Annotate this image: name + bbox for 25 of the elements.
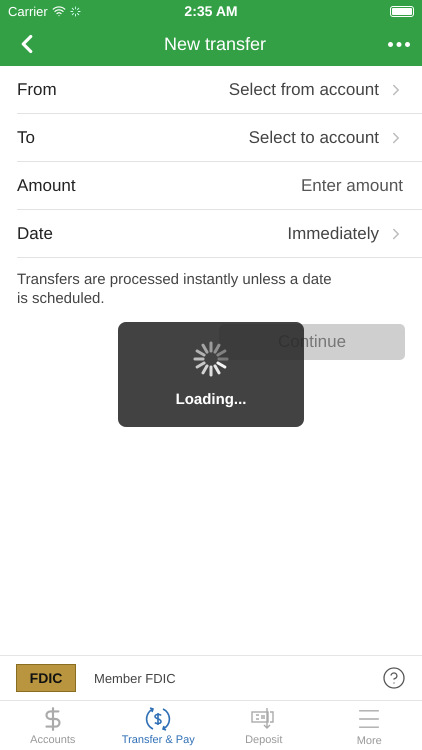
spinner-icon	[193, 341, 229, 377]
select-field[interactable]: Select to account	[248, 128, 405, 148]
help-button[interactable]	[382, 666, 406, 690]
field-label: To	[17, 128, 35, 148]
tab-item[interactable]: Transfer & Pay	[106, 701, 211, 750]
activity-icon	[70, 6, 81, 16]
carrier-label: Carrier	[8, 4, 48, 18]
field-label: From	[17, 80, 57, 100]
select-field[interactable]: Immediately	[287, 224, 405, 244]
field-label: Amount	[17, 176, 76, 196]
more-icon	[388, 42, 410, 46]
info-text: Transfers are processed instantly unless a date is scheduled.	[17, 270, 333, 308]
member-text: Member FDIC	[94, 670, 177, 686]
select-field[interactable]: Select from account	[228, 80, 405, 100]
loading-text: Loading...	[176, 391, 246, 408]
screen-title: New transfer	[164, 34, 266, 54]
wifi-icon	[52, 4, 66, 18]
clock: 2:35 AM	[184, 3, 238, 19]
tab-item[interactable]: Accounts	[0, 701, 106, 750]
battery-icon	[390, 6, 414, 16]
tab-item[interactable]: Deposit	[211, 701, 316, 750]
field-label: Date	[17, 224, 53, 244]
dollar-exchange-icon	[144, 706, 172, 732]
logo-text: FDIC	[30, 670, 62, 686]
tab-item[interactable]: More	[316, 701, 422, 750]
